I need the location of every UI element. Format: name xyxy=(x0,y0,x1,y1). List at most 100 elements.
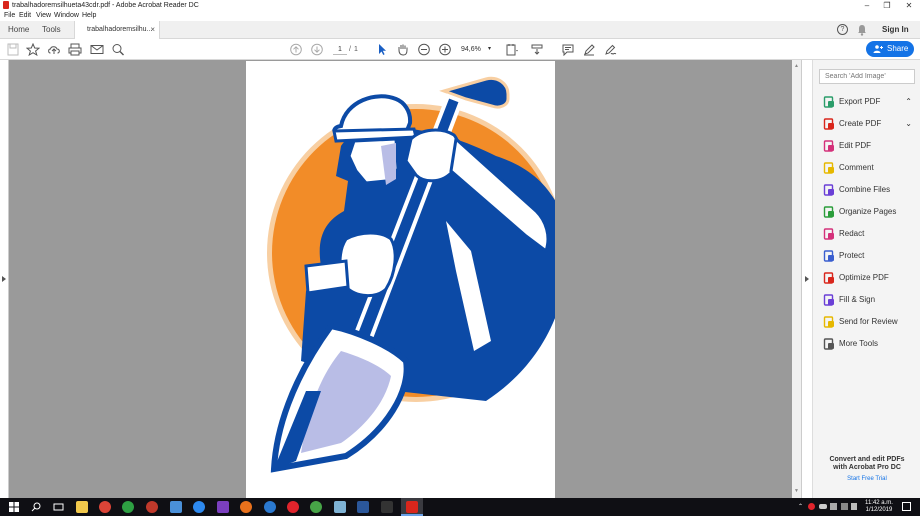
tool-item[interactable]: Fill & Sign xyxy=(813,290,920,310)
taskbar-clock[interactable]: 11:42 a.m. 1/12/2019 xyxy=(862,500,896,514)
system-tray[interactable]: ⌃ xyxy=(798,502,858,512)
tab-home[interactable]: Home xyxy=(8,21,29,39)
optimize-pdf-icon xyxy=(823,272,835,284)
tool-expand-chevron-icon[interactable]: ⌄ xyxy=(905,114,912,134)
page-number-input[interactable] xyxy=(333,44,347,55)
opera-icon[interactable] xyxy=(287,501,299,513)
menu-help[interactable]: Help xyxy=(82,11,96,21)
close-tab-icon[interactable]: × xyxy=(150,21,155,39)
promo-line-1: Convert and edit PDFs xyxy=(829,456,905,463)
hand-tool-icon[interactable] xyxy=(396,43,410,56)
taskbar-search-icon[interactable] xyxy=(31,502,41,512)
scrolling-mode-icon[interactable] xyxy=(530,43,544,56)
menu-window[interactable]: Window xyxy=(54,11,79,21)
document-tab-label: trabalhadoremsilhu... xyxy=(87,26,153,33)
zoom-level-select[interactable]: 94,6% ▾ xyxy=(461,44,493,55)
app-blue-circle-icon[interactable] xyxy=(193,501,205,513)
share-button[interactable]: Share xyxy=(866,41,914,57)
start-free-trial-link[interactable]: Start Free Trial xyxy=(819,474,915,484)
tool-item[interactable]: Redact xyxy=(813,224,920,244)
app-dark-icon[interactable] xyxy=(381,501,393,513)
zoom-in-icon[interactable] xyxy=(438,43,452,56)
windows-taskbar: ⌃ 11:42 a.m. 1/12/2019 xyxy=(0,498,920,516)
tool-expand-chevron-icon[interactable]: ⌃ xyxy=(905,92,912,112)
windows-start-icon[interactable] xyxy=(9,502,19,512)
menu-edit[interactable]: Edit xyxy=(19,11,31,21)
print-icon[interactable] xyxy=(68,43,82,56)
menu-file[interactable]: File xyxy=(4,11,15,21)
collapse-right-pane-icon xyxy=(805,276,809,282)
tool-item-label: Organize Pages xyxy=(839,207,897,216)
menu-view[interactable]: View xyxy=(36,11,51,21)
tool-item[interactable]: Optimize PDF xyxy=(813,268,920,288)
zoom-out-icon[interactable] xyxy=(417,43,431,56)
save-icon[interactable] xyxy=(6,43,20,56)
cloud-icon[interactable] xyxy=(819,504,827,509)
app-green-icon[interactable] xyxy=(122,501,134,513)
tool-item[interactable]: Edit PDF xyxy=(813,136,920,156)
email-icon[interactable] xyxy=(90,43,104,56)
app-green-round-icon[interactable] xyxy=(310,501,322,513)
scroll-up-icon[interactable]: ▲ xyxy=(794,63,799,69)
close-window-button[interactable]: ✕ xyxy=(898,0,920,11)
app-red-gear-icon[interactable] xyxy=(146,501,158,513)
tool-item[interactable]: Export PDF ⌃ xyxy=(813,92,920,112)
tab-document[interactable]: trabalhadoremsilhu... × xyxy=(74,21,160,39)
tray-app-icon[interactable] xyxy=(808,503,815,510)
highlight-pen-icon[interactable] xyxy=(582,43,596,56)
search-icon[interactable] xyxy=(111,43,125,56)
volume-icon[interactable] xyxy=(851,503,857,510)
notification-bell-icon[interactable] xyxy=(857,24,867,36)
tool-item[interactable]: More Tools xyxy=(813,334,920,354)
previous-page-icon[interactable] xyxy=(289,43,303,56)
comment-tool-icon[interactable] xyxy=(561,43,575,56)
page-separator: / xyxy=(349,46,351,53)
tool-item[interactable]: Send for Review xyxy=(813,312,920,332)
upload-cloud-icon[interactable] xyxy=(47,43,61,56)
network-icon[interactable] xyxy=(841,503,848,510)
menu-bar: File Edit View Window Help xyxy=(0,11,920,21)
tab-tools[interactable]: Tools xyxy=(42,21,61,39)
acrobat-icon xyxy=(3,1,9,9)
right-pane-toggle[interactable] xyxy=(801,60,812,498)
fit-page-icon[interactable] xyxy=(505,43,519,56)
sign-tool-icon[interactable] xyxy=(603,43,617,56)
task-view-icon[interactable] xyxy=(53,502,64,512)
edit-pdf-icon xyxy=(823,140,835,152)
app-light-blue-icon[interactable] xyxy=(334,501,346,513)
tray-app-2-icon[interactable] xyxy=(830,503,837,510)
minimize-button[interactable]: – xyxy=(856,0,878,11)
helmet xyxy=(332,94,413,135)
vertical-scrollbar[interactable]: ▲ ▼ xyxy=(792,60,801,498)
visual-studio-icon[interactable] xyxy=(217,501,229,513)
tool-item[interactable]: Create PDF ⌄ xyxy=(813,114,920,134)
document-viewer[interactable]: ▲ ▼ xyxy=(0,60,812,498)
tool-item[interactable]: Organize Pages xyxy=(813,202,920,222)
bookmark-star-icon[interactable] xyxy=(26,43,40,56)
tray-chevron-icon[interactable]: ⌃ xyxy=(798,503,803,510)
tool-item[interactable]: Combine Files xyxy=(813,180,920,200)
tool-item[interactable]: Comment xyxy=(813,158,920,178)
left-pane-toggle[interactable] xyxy=(0,60,9,498)
redact-icon xyxy=(823,228,835,240)
acrobat-taskbar-button[interactable] xyxy=(401,498,423,516)
send-for-review-icon xyxy=(823,316,835,328)
firefox-icon[interactable] xyxy=(240,501,252,513)
tool-item[interactable]: Protect xyxy=(813,246,920,266)
comment-icon xyxy=(823,162,835,174)
next-page-icon[interactable] xyxy=(310,43,324,56)
tools-search-input[interactable] xyxy=(819,69,915,84)
maximize-button[interactable]: ❐ xyxy=(876,0,898,11)
scroll-down-icon[interactable]: ▼ xyxy=(794,488,799,494)
app-blue-chat-icon[interactable] xyxy=(264,501,276,513)
file-explorer-icon[interactable] xyxy=(76,501,88,513)
select-cursor-icon[interactable] xyxy=(375,43,389,56)
settings-gear-icon[interactable] xyxy=(170,501,182,513)
chrome-icon[interactable] xyxy=(99,501,111,513)
notifications-icon[interactable] xyxy=(902,502,911,511)
sign-in-link[interactable]: Sign In xyxy=(882,21,909,39)
help-icon[interactable]: ? xyxy=(837,24,848,35)
combine-files-icon xyxy=(823,184,835,196)
word-icon[interactable] xyxy=(357,501,369,513)
clock-time: 11:42 a.m. xyxy=(865,500,893,506)
